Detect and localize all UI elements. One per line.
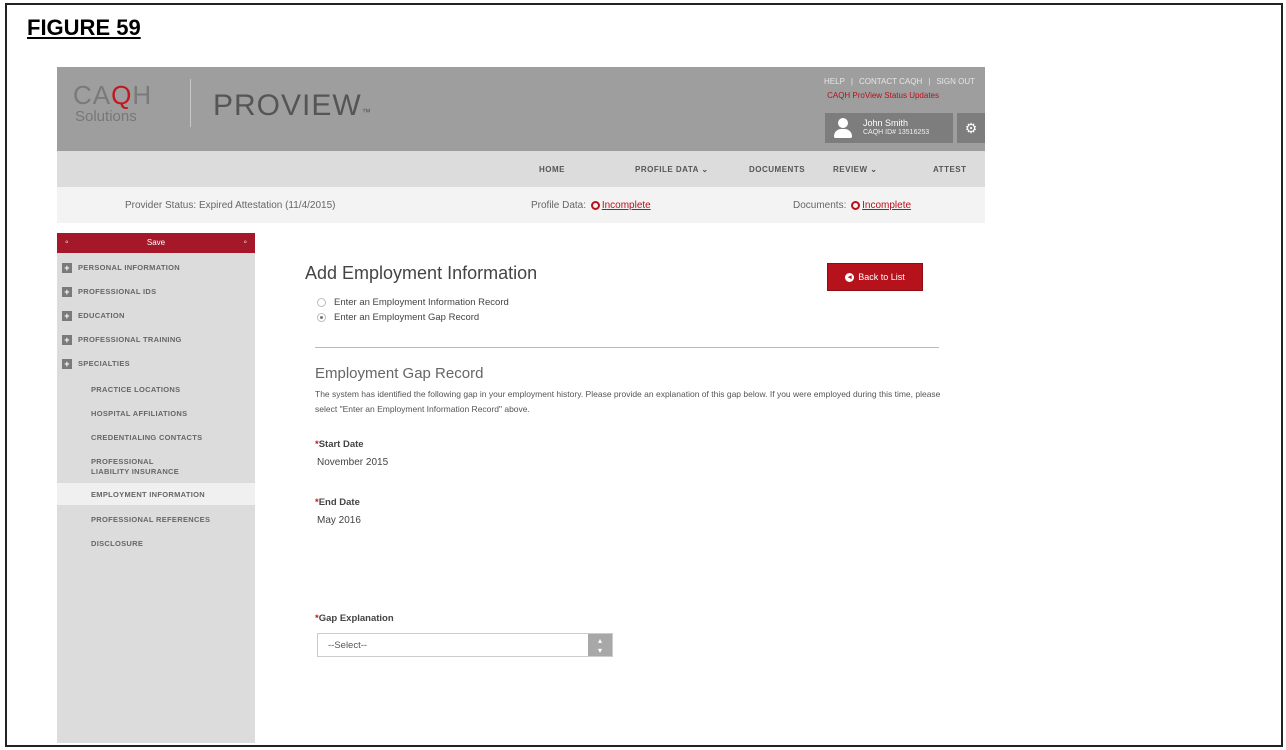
nav-documents[interactable]: DOCUMENTS [749,165,805,174]
help-link[interactable]: HELP [824,77,845,86]
expand-plus-icon: + [62,335,72,346]
expand-plus-icon: + [62,359,72,370]
user-id: CAQH ID# 13516253 [863,129,930,136]
sidebar-item-professional-references[interactable]: PROFESSIONAL REFERENCES [57,515,255,524]
logo-wordmark: CAQH [73,80,153,110]
sidebar-item-education[interactable]: + EDUCATION [57,311,255,322]
logo-subtitle: Solutions [75,108,137,125]
app-window: CAQH Solutions PROVIEW™ HELP | CONTACT C… [57,67,985,743]
sidebar-item-practice-locations[interactable]: PRACTICE LOCATIONS [57,385,255,394]
expand-plus-icon: + [62,311,72,322]
gap-explanation-label: *Gap Explanation [315,613,394,624]
sidebar-item-specialties[interactable]: + SPECIALTIES [57,359,255,370]
radio-button[interactable] [317,298,326,307]
documents-status: Documents: Incomplete [793,200,911,211]
incomplete-icon [590,200,600,210]
user-info: John Smith CAQH ID# 13516253 [853,118,929,138]
back-to-list-button[interactable]: ◂ Back to List [827,263,923,291]
incomplete-icon [851,200,861,210]
expand-plus-icon: + [62,263,72,274]
sign-out-link[interactable]: SIGN OUT [936,77,975,86]
sidebar-item-label: PROFESSIONAL IDS [78,287,157,296]
nav-home[interactable]: HOME [539,165,565,174]
product-title: PROVIEW™ [213,89,372,123]
arrow-left-circle-icon: ◂ [845,272,855,282]
header: CAQH Solutions PROVIEW™ HELP | CONTACT C… [57,67,985,151]
settings-gear-icon[interactable]: ⚙ [957,113,985,143]
sidebar-item-credentialing-contacts[interactable]: CREDENTIALING CONTACTS [57,433,255,442]
gap-explanation-select[interactable]: --Select-- ▴ ▾ [317,633,613,657]
separator: | [928,77,931,86]
sidebar-item-personal-information[interactable]: + PERSONAL INFORMATION [57,263,255,274]
trademark-mark: ™ [361,107,372,117]
end-date-label-text: End Date [318,497,360,508]
gap-description: The system has identified the following … [315,389,941,414]
provider-status-value: Expired Attestation (11/4/2015) [198,200,336,211]
documents-label: Documents: [793,200,847,211]
sidebar-item-disclosure[interactable]: DISCLOSURE [57,539,255,548]
profile-data-status: Profile Data: Incomplete [531,200,651,211]
nav-review[interactable]: REVIEW ⌄ [833,165,877,174]
profile-data-label: Profile Data: [531,200,587,211]
sidebar-item-label: EDUCATION [78,311,125,320]
radio-label: Enter an Employment Gap Record [334,312,480,323]
sidebar-item-professional-ids[interactable]: + PROFESSIONAL IDS [57,287,255,298]
sidebar-item-label: SPECIALTIES [78,359,130,368]
profile-incomplete-link[interactable]: Incomplete [602,200,651,211]
sidebar-item-label: PERSONAL INFORMATION [78,263,180,272]
page-title: Add Employment Information [305,263,538,283]
provider-status-label: Provider Status: [125,200,197,211]
select-arrows-icon[interactable]: ▴ ▾ [588,634,612,656]
sidebar-item-professional-training[interactable]: + PROFESSIONAL TRAINING [57,335,255,346]
radio-employment-gap-record[interactable]: Enter an Employment Gap Record [317,312,479,323]
top-links: HELP | CONTACT CAQH | SIGN OUT [824,77,975,86]
figure-frame: FIGURE 59 CAQH Solutions PROVIEW™ HELP |… [5,3,1283,747]
end-date-label: *End Date [315,497,360,508]
sidebar-item-label: PROFESSIONAL TRAINING [78,335,182,344]
radio-employment-record[interactable]: Enter an Employment Information Record [317,297,509,308]
gap-explanation-label-text: Gap Explanation [318,613,394,624]
sidebar-item-employment-information[interactable]: EMPLOYMENT INFORMATION [57,483,255,505]
nav-profile-data[interactable]: PROFILE DATA ⌄ [635,165,709,174]
select-value: --Select-- [328,640,368,651]
sidebar-item-hospital-affiliations[interactable]: HOSPITAL AFFILIATIONS [57,409,255,418]
start-date-label-text: Start Date [318,439,364,450]
status-bar: Provider Status: Expired Attestation (11… [57,187,985,223]
back-to-list-label: Back to List [858,272,905,282]
figure-label: FIGURE 59 [27,15,141,40]
radio-label: Enter an Employment Information Record [334,297,509,308]
user-menu[interactable]: John Smith CAQH ID# 13516253 [825,113,953,143]
save-button[interactable]: Save [57,238,255,247]
caqh-logo[interactable]: CAQH Solutions [73,81,183,135]
nav-attest[interactable]: ATTEST [933,165,967,174]
start-date-value: November 2015 [317,457,389,468]
radio-button-selected[interactable] [317,313,326,322]
product-title-text: PROVIEW [213,89,362,122]
separator: | [850,77,853,86]
avatar-icon [833,117,853,139]
logo-divider [190,79,191,127]
sidebar-item-professional-liability-insurance[interactable]: PROFESSIONAL LIABILITY INSURANCE [57,457,255,477]
end-date-value: May 2016 [317,515,361,526]
section-title: Employment Gap Record [315,365,484,382]
contact-link[interactable]: CONTACT CAQH [859,77,922,86]
user-name: John Smith [863,118,909,128]
divider [315,347,939,348]
expand-plus-icon: + [62,287,72,298]
save-bar: ◦ Save ◦ [57,233,255,253]
status-updates-link[interactable]: CAQH ProView Status Updates [827,91,939,100]
documents-incomplete-link[interactable]: Incomplete [862,200,911,211]
next-circle-icon[interactable]: ◦ [243,237,247,248]
main-content: Add Employment Information ◂ Back to Lis… [255,223,985,743]
provider-status: Provider Status: Expired Attestation (11… [125,200,336,211]
main-nav: HOME PROFILE DATA ⌄ DOCUMENTS REVIEW ⌄ A… [57,151,985,187]
sidebar: ◦ Save ◦ + PERSONAL INFORMATION + PROFESSI… [57,233,255,743]
start-date-label: *Start Date [315,439,364,450]
